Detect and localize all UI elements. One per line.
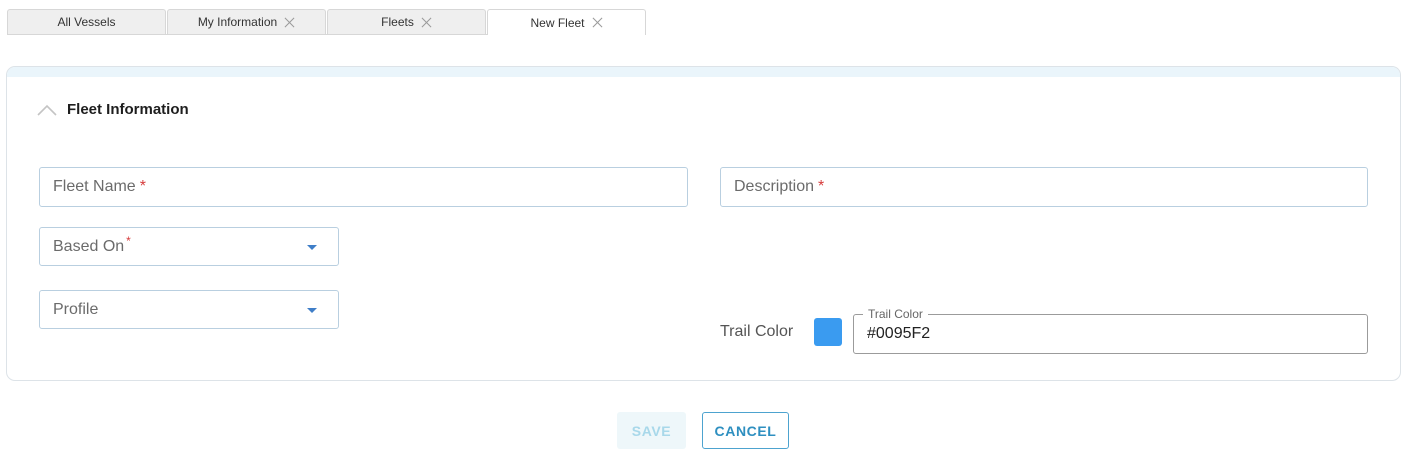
save-button[interactable]: SAVE <box>617 412 686 449</box>
description-placeholder: Description <box>734 178 815 195</box>
fleet-name-placeholder: Fleet Name <box>53 178 136 195</box>
tab-label: All Vessels <box>57 15 116 29</box>
close-icon[interactable] <box>421 17 432 28</box>
dropdown-arrow-icon[interactable] <box>307 307 317 313</box>
fleet-name-input[interactable]: Fleet Name * <box>39 167 688 207</box>
required-mark: * <box>139 178 146 195</box>
based-on-select[interactable]: Based On * <box>39 227 339 266</box>
tab-my-information[interactable]: My Information <box>167 9 326 34</box>
section-title: Fleet Information <box>67 101 189 118</box>
profile-placeholder: Profile <box>53 300 99 318</box>
chevron-up-icon[interactable] <box>37 103 57 117</box>
section-header[interactable]: Fleet Information <box>37 101 189 118</box>
required-mark: * <box>126 233 131 248</box>
tab-fleets[interactable]: Fleets <box>327 9 486 34</box>
description-input[interactable]: Description * <box>720 167 1368 207</box>
profile-select[interactable]: Profile <box>39 290 339 329</box>
trail-color-value: #0095F2 <box>867 325 931 342</box>
tab-divider <box>7 34 487 35</box>
close-icon[interactable] <box>592 17 603 28</box>
tab-all-vessels[interactable]: All Vessels <box>7 9 166 34</box>
tab-label: Fleets <box>381 15 414 29</box>
based-on-placeholder: Based On <box>53 237 125 255</box>
tab-label: My Information <box>197 15 278 29</box>
tab-label: New Fleet <box>530 15 585 30</box>
trail-color-input[interactable]: Trail Color #0095F2 <box>853 307 1368 354</box>
dropdown-arrow-icon[interactable] <box>307 244 317 250</box>
tab-new-fleet[interactable]: New Fleet <box>487 9 646 35</box>
trail-color-swatch[interactable] <box>814 318 842 346</box>
trail-color-legend: Trail Color <box>863 307 928 321</box>
trail-color-label: Trail Color <box>720 323 794 340</box>
fleet-information-panel: Fleet Information Fleet Name * Descripti… <box>6 66 1401 381</box>
tab-bar: All Vessels My Information Fleets New Fl… <box>7 9 647 35</box>
required-mark: * <box>818 178 825 195</box>
cancel-button[interactable]: CANCEL <box>702 412 789 449</box>
panel-header-bar <box>7 67 1400 77</box>
close-icon[interactable] <box>284 17 295 28</box>
